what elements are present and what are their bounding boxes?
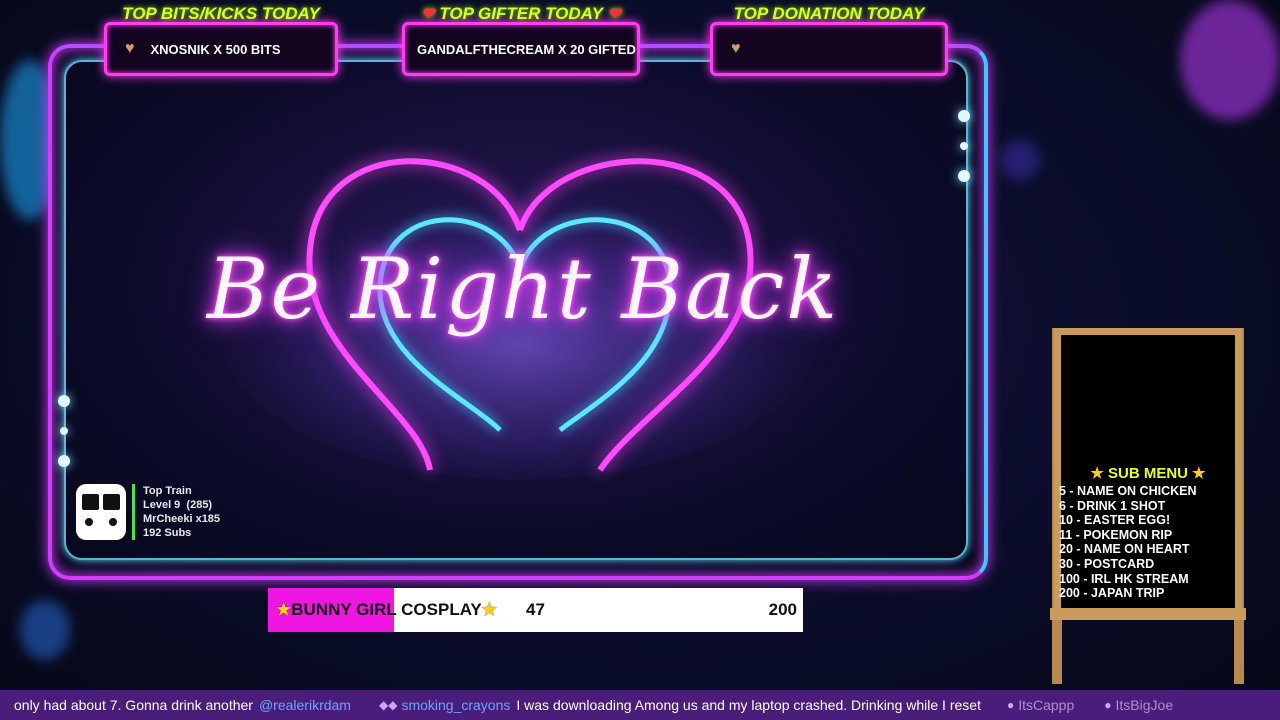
goal-target: 200 [768, 600, 797, 619]
chat-username: smoking_crayons [401, 697, 511, 713]
star-icon: ★ [1090, 465, 1104, 482]
sub-menu-item: 20 - NAME ON HEART [1059, 542, 1190, 557]
top-gifter-box: ❤ TOP GIFTER TODAY ❤ GANDALFTHECREAM X 2… [402, 4, 640, 76]
glow-dot [960, 142, 968, 150]
top-bits-box: TOP BITS/KICKS TODAY ♥ XNOSNIK X 500 BIT… [104, 4, 338, 76]
heart-icon: ♥ [731, 40, 741, 57]
bokeh-light [1000, 140, 1040, 180]
star-icon: ★ [276, 600, 292, 619]
sub-menu-easel: ★ SUB MENU ★ 5 - NAME ON CHICKEN 6 - DRI… [1050, 328, 1246, 684]
sub-menu-item: 10 - EASTER EGG! [1059, 513, 1171, 528]
star-icon: ★ [481, 600, 498, 619]
chat-username: ItsBigJoe [1115, 697, 1174, 713]
glow-dot [958, 170, 970, 182]
badge-icon: ● [1006, 698, 1015, 712]
goal-bar: ★BUNNY GIRL COSPLAY★ 47 200 [268, 588, 803, 632]
glow-dot [60, 427, 68, 435]
train-title: Top Train [143, 485, 192, 497]
glow-dot [58, 395, 70, 407]
red-heart-icon: ❤ [421, 6, 435, 23]
train-subs: 192 Subs [143, 527, 192, 539]
bokeh-light [1180, 0, 1280, 120]
red-heart-icon: ❤ [607, 6, 621, 23]
chat-mention: @realerikrdam [258, 697, 351, 713]
glow-dot [958, 110, 970, 122]
top-train-widget: Top Train Level 9 (285) MrCheeki x185 19… [76, 482, 220, 542]
top-gifter-header: ❤ TOP GIFTER TODAY ❤ [405, 4, 637, 24]
train-top-contributor: MrCheeki x185 [143, 513, 221, 525]
glow-dot [58, 455, 70, 467]
sub-menu-item: 6 - DRINK 1 SHOT [1059, 498, 1166, 513]
sub-menu-title-text: SUB MENU [1107, 465, 1188, 482]
chat-message-text: I was downloading Among us and my laptop… [516, 697, 981, 713]
train-icon [76, 484, 126, 540]
goal-title: BUNNY GIRL COSPLAY [291, 600, 482, 619]
chat-username: ItsCappp [1018, 697, 1075, 713]
chat-message-text: only had about 7. Gonna drink another [14, 697, 253, 713]
easel-shelf [1050, 608, 1246, 620]
badge-icon: ● [1104, 698, 1112, 712]
bokeh-light [20, 600, 70, 660]
badge-icon: ◆◆ [378, 698, 398, 712]
top-donation-box: TOP DONATION TODAY ♥ [710, 4, 948, 76]
train-level: Level 9 (285) [143, 499, 213, 511]
top-donation-label: TOP DONATION TODAY [733, 4, 925, 23]
sub-menu-list: 5 - NAME ON CHICKEN 6 - DRINK 1 SHOT 10 … [1059, 484, 1197, 601]
be-right-back-text: Be Right Back [206, 240, 840, 338]
sub-menu-item: 200 - JAPAN TRIP [1059, 586, 1165, 601]
sub-menu-item: 5 - NAME ON CHICKEN [1059, 484, 1197, 498]
goal-current: 47 [526, 600, 545, 619]
sub-menu-item: 30 - POSTCARD [1059, 556, 1155, 571]
star-icon: ★ [1192, 465, 1206, 482]
sub-menu-title: ★ SUB MENU ★ [1050, 464, 1246, 482]
train-progress-bar [132, 484, 135, 540]
top-bits-label: TOP BITS/KICKS TODAY [122, 4, 320, 23]
top-bits-value: XNOSNIK X 500 BITS [150, 41, 281, 57]
sub-menu-item: 11 - POKEMON RIP [1059, 527, 1173, 542]
chat-ticker: only had about 7. Gonna drink another @r… [0, 690, 1280, 720]
sub-menu-item: 100 - IRL HK STREAM [1059, 571, 1189, 586]
top-gifter-value: GANDALFTHECREAM X 20 GIFTED [417, 41, 636, 57]
top-gifter-label: TOP GIFTER TODAY [439, 4, 603, 23]
heart-icon: ♥ [125, 40, 135, 57]
